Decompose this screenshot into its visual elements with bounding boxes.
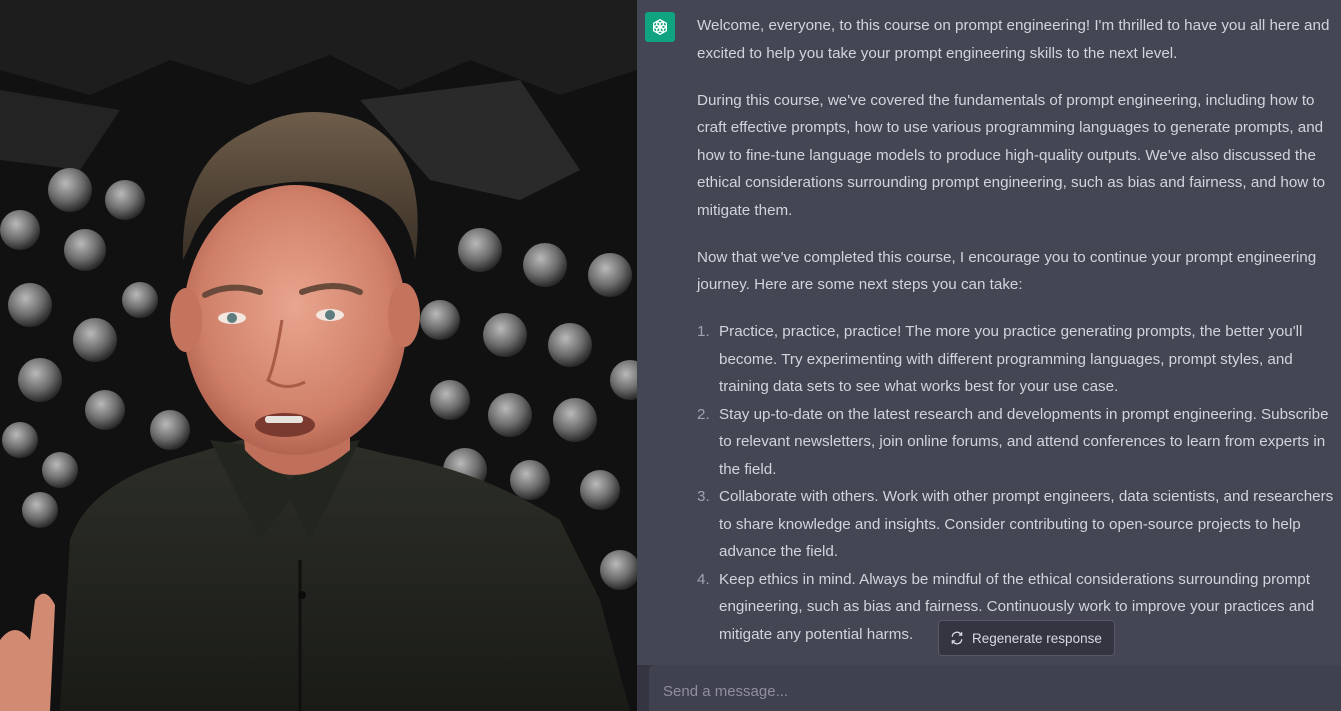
list-item: 1. Practice, practice, practice! The mor… bbox=[697, 318, 1341, 401]
message-paragraph: Welcome, everyone, to this course on pro… bbox=[697, 17, 1330, 62]
regenerate-response-button[interactable]: Regenerate response bbox=[938, 620, 1115, 656]
refresh-icon bbox=[951, 631, 963, 645]
presenter-image bbox=[0, 0, 637, 711]
webcam-video bbox=[0, 0, 637, 711]
openai-logo-icon bbox=[652, 19, 668, 35]
chat-panel: Welcome, everyone, to this course on pro… bbox=[637, 0, 1341, 711]
message-paragraph: During this course, we've covered the fu… bbox=[697, 91, 1326, 219]
list-item: 3. Collaborate with others. Work with ot… bbox=[697, 483, 1341, 566]
next-steps-list: 1. Practice, practice, practice! The mor… bbox=[697, 318, 1341, 648]
message-input[interactable] bbox=[649, 665, 1341, 711]
list-number: 2. bbox=[697, 405, 710, 423]
assistant-avatar bbox=[645, 12, 675, 42]
list-number: 3. bbox=[697, 488, 710, 505]
assistant-message: Welcome, everyone, to this course on pro… bbox=[697, 12, 1341, 648]
list-number: 4. bbox=[697, 570, 710, 588]
list-item-text: Stay up-to-date on the latest research a… bbox=[719, 405, 1329, 478]
regenerate-label: Regenerate response bbox=[972, 630, 1102, 646]
list-item: 2. Stay up-to-date on the latest researc… bbox=[697, 401, 1341, 484]
message-paragraph: Now that we've completed this course, I … bbox=[697, 248, 1317, 294]
list-item-text: Practice, practice, practice! The more y… bbox=[719, 323, 1303, 395]
composer bbox=[637, 665, 1341, 711]
list-number: 1. bbox=[697, 323, 710, 340]
list-item-text: Collaborate with others. Work with other… bbox=[719, 488, 1334, 560]
